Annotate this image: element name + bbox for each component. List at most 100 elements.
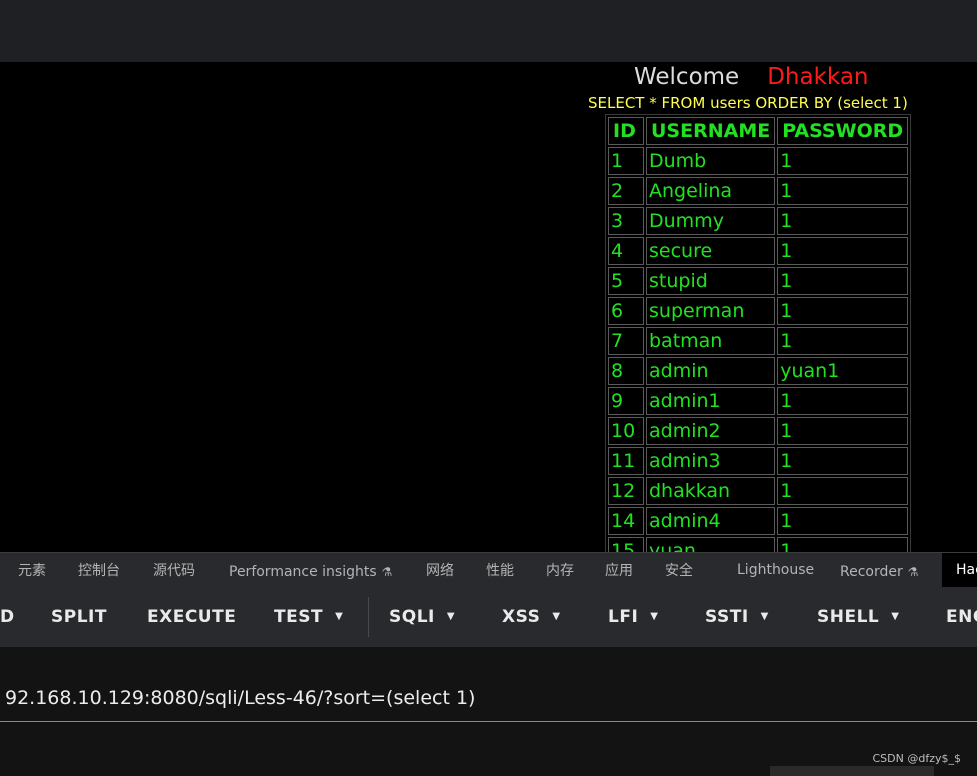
cell-id: 9 [608,387,644,415]
cell-username: stupid [646,267,776,295]
tab-elements[interactable]: 元素 [18,560,46,580]
cell-username: dhakkan [646,477,776,505]
table-row: 9 admin1 1 [608,387,909,415]
cell-username: admin [646,357,776,385]
caret-down-icon: ▼ [891,611,900,622]
split-button[interactable]: SPLIT [51,587,107,647]
cell-username: admin1 [646,387,776,415]
cell-id: 7 [608,327,644,355]
xss-label: XSS [502,607,541,627]
load-button[interactable]: D [0,587,15,647]
tab-console[interactable]: 控制台 [78,560,120,580]
web-page: Welcome Dhakkan SELECT * FROM users ORDER… [0,62,977,552]
cell-username: Dumb [646,147,776,175]
table-row: 2 Angelina 1 [608,177,909,205]
tab-performance[interactable]: 性能 [486,560,514,580]
cell-id: 8 [608,357,644,385]
cell-password: 1 [777,177,909,205]
tab-memory[interactable]: 内存 [546,560,574,580]
header-username: USERNAME [646,117,776,145]
cell-id: 10 [608,417,644,445]
scrollbar[interactable] [770,766,934,776]
caret-down-icon: ▼ [760,611,769,622]
cell-username: admin4 [646,507,776,535]
cell-password: 1 [777,507,909,535]
lfi-dropdown[interactable]: LFI ▼ [608,587,658,647]
caret-down-icon: ▼ [335,611,344,622]
hackbar-toolbar: D SPLIT EXECUTE TEST ▼ SQLI ▼ XSS ▼ LFI ▼ SS… [0,587,977,647]
xss-dropdown[interactable]: XSS ▼ [502,587,561,647]
cell-id: 14 [608,507,644,535]
flask-icon: ⚗ [907,564,919,579]
caret-down-icon: ▼ [446,611,456,622]
execute-button[interactable]: EXECUTE [147,587,236,647]
url-editor: 92.168.10.129:8080/sqli/Less-46/?sort=(s… [0,647,977,776]
url-input-underline [0,721,977,722]
ssti-dropdown[interactable]: SSTI ▼ [705,587,769,647]
sqli-dropdown[interactable]: SQLI ▼ [389,587,455,647]
tab-performance-insights[interactable]: Performance insights ⚗ [229,561,392,580]
cell-id: 6 [608,297,644,325]
test-label: TEST [274,607,324,627]
table-row: 12 dhakkan 1 [608,477,909,505]
toolbar-divider [368,597,369,637]
cell-id: 3 [608,207,644,235]
table-row: 15 yuan 1 [608,537,909,552]
cell-id: 5 [608,267,644,295]
flask-icon: ⚗ [381,564,393,579]
caret-down-icon: ▼ [650,611,659,622]
ssti-label: SSTI [705,607,749,627]
table-row: 1 Dumb 1 [608,147,909,175]
encoding-dropdown[interactable]: ENC [946,587,977,647]
table-row: 3 Dummy 1 [608,207,909,235]
cell-password: 1 [777,477,909,505]
cell-password: 1 [777,267,909,295]
cell-username: Dummy [646,207,776,235]
tab-label: Performance insights [229,563,377,580]
tab-hackbar[interactable]: Hac [942,553,977,587]
cell-username: admin2 [646,417,776,445]
cell-password: yuan1 [777,357,909,385]
lfi-label: LFI [608,607,639,627]
watermark: CSDN @dfzy$_$ [872,752,962,765]
table-row: 4 secure 1 [608,237,909,265]
cell-password: 1 [777,207,909,235]
cell-password: 1 [777,447,909,475]
cell-password: 1 [777,327,909,355]
table-header-row: ID USERNAME PASSWORD [608,117,909,145]
tab-label: Recorder [840,563,903,580]
table-row: 5 stupid 1 [608,267,909,295]
cell-username: Angelina [646,177,776,205]
cell-password: 1 [777,417,909,445]
table-row: 14 admin4 1 [608,507,909,535]
table-row: 10 admin2 1 [608,417,909,445]
welcome-name: Dhakkan [767,64,869,90]
cell-username: batman [646,327,776,355]
tab-sources[interactable]: 源代码 [153,560,195,580]
cell-password: 1 [777,147,909,175]
header-password: PASSWORD [777,117,909,145]
table-row: 8 admin yuan1 [608,357,909,385]
cell-username: admin3 [646,447,776,475]
browser-toolbar [0,0,977,62]
cell-username: yuan [646,537,776,552]
cell-id: 4 [608,237,644,265]
table-row: 11 admin3 1 [608,447,909,475]
cell-password: 1 [777,237,909,265]
cell-id: 15 [608,537,644,552]
devtools-tab-bar: 元素 控制台 源代码 Performance insights ⚗ 网络 性能 内… [0,552,977,587]
cell-id: 2 [608,177,644,205]
url-input[interactable]: 92.168.10.129:8080/sqli/Less-46/?sort=(s… [5,687,475,709]
table-row: 6 superman 1 [608,297,909,325]
tab-recorder[interactable]: Recorder ⚗ [840,561,919,580]
test-dropdown[interactable]: TEST ▼ [274,587,343,647]
cell-username: superman [646,297,776,325]
tab-application[interactable]: 应用 [605,560,633,580]
tab-network[interactable]: 网络 [426,560,454,580]
cell-id: 1 [608,147,644,175]
caret-down-icon: ▼ [552,611,561,622]
tab-security[interactable]: 安全 [665,560,693,580]
shell-dropdown[interactable]: SHELL ▼ [817,587,899,647]
header-id: ID [608,117,644,145]
tab-lighthouse[interactable]: Lighthouse [737,562,814,578]
